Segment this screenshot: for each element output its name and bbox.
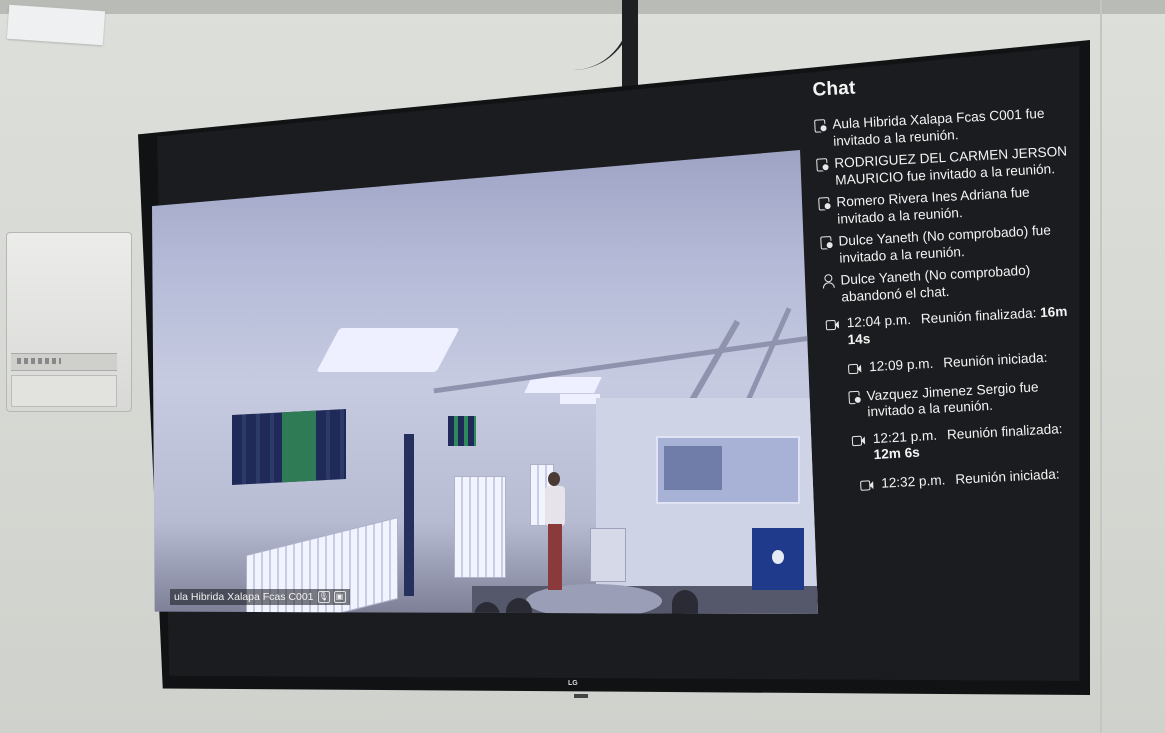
chair [672,590,698,614]
screen-share-icon[interactable]: ▣ [333,591,346,603]
chat-message-text: Romero Rivera Ines Adriana fue invitado … [836,184,1030,227]
meeting-event: 12:04 p.m. Reunión finalizada: 16m 14s [820,303,1081,350]
chat-panel: Chat Aula Hibrida Xalapa Fcas C001 fue i… [808,66,1098,659]
ceiling-light [316,328,460,372]
acoustic-strip [404,434,414,596]
presenter-head [548,472,560,486]
projected-image [664,446,722,490]
wall-seam [1100,0,1102,733]
calendar-add-icon [812,156,835,173]
chat-message: Romero Rivera Ines Adriana fue invitado … [814,182,1075,229]
meeting-time: 12:04 p.m. [846,311,912,331]
meeting-label: Reunión finalizada: [946,420,1063,442]
microphone-icon[interactable]: 🎙 [317,591,330,603]
meeting-label: Reunión finalizada: [920,305,1037,327]
video-camera-icon [855,475,882,492]
video-camera-icon [843,359,870,376]
meeting-label: Reunión iniciada: [954,465,1060,487]
calendar-add-icon [844,388,867,405]
video-feed[interactable] [152,150,818,614]
ac-lower-panel [11,375,117,407]
video-camera-icon [820,315,847,332]
ceiling-light [560,394,600,404]
meeting-event: 12:32 p.m. Reunión iniciada: [855,464,1090,493]
acoustic-panel [232,409,346,485]
window-blinds [454,476,506,578]
presenter [542,472,568,594]
meeting-event: 12:09 p.m. Reunión iniciada: [843,348,1084,377]
air-conditioner [6,232,132,412]
video-camera-icon [846,431,873,448]
meeting-time: 12:32 p.m. [880,471,946,491]
participant-name-tag: ula Hibrida Xalapa Fcas C001 🎙 ▣ [170,589,350,605]
chat-message: Aula Hibrida Xalapa Fcas C001 fue invita… [810,104,1071,151]
paper-note [6,4,106,46]
chat-message: Vazquez Jimenez Sergio fue invitado a la… [844,376,1085,422]
university-seal [772,550,784,564]
ceiling-light [524,377,602,393]
chat-message-text: Vazquez Jimenez Sergio fue invitado a la… [866,378,1039,420]
projected-screen [656,436,800,504]
calendar-add-icon [810,117,833,134]
calendar-add-icon [814,195,837,212]
university-banner [752,528,804,590]
meeting-time: 12:09 p.m. [868,355,934,375]
chat-message: RODRIGUEZ DEL CARMEN JERSON MAURICIO fue… [812,143,1073,190]
meeting-time: 12:21 p.m. [872,427,938,446]
calendar-add-icon [816,234,839,251]
acoustic-panel-green [282,410,316,483]
chat-message-text: Dulce Yaneth (No comprobado) abandonó el… [840,262,1031,305]
chat-message-text: Dulce Yaneth (No comprobado) fue invitad… [838,222,1052,266]
podium [590,528,626,582]
meeting-duration: 12m 6s [873,444,921,463]
tv-brand-logo: LG [568,680,578,687]
participant-name: ula Hibrida Xalapa Fcas C001 [174,591,314,603]
ac-display [17,358,61,364]
meeting-event: 12:21 p.m. Reunión finalizada: 12m 6s [846,419,1087,465]
chat-message-text: Aula Hibrida Xalapa Fcas C001 fue invita… [831,105,1045,149]
presenter-body [545,486,565,526]
meeting-label: Reunión iniciada: [942,349,1048,371]
chat-message: Dulce Yaneth (No comprobado) abandonó el… [818,260,1079,307]
tv-stand [574,694,588,698]
chat-message-text: RODRIGUEZ DEL CARMEN JERSON MAURICIO fue… [833,143,1068,188]
acoustic-panel [448,416,476,446]
person-leave-icon [818,273,841,290]
presenter-legs [548,524,562,590]
chat-message: Dulce Yaneth (No comprobado) fue invitad… [816,221,1077,268]
